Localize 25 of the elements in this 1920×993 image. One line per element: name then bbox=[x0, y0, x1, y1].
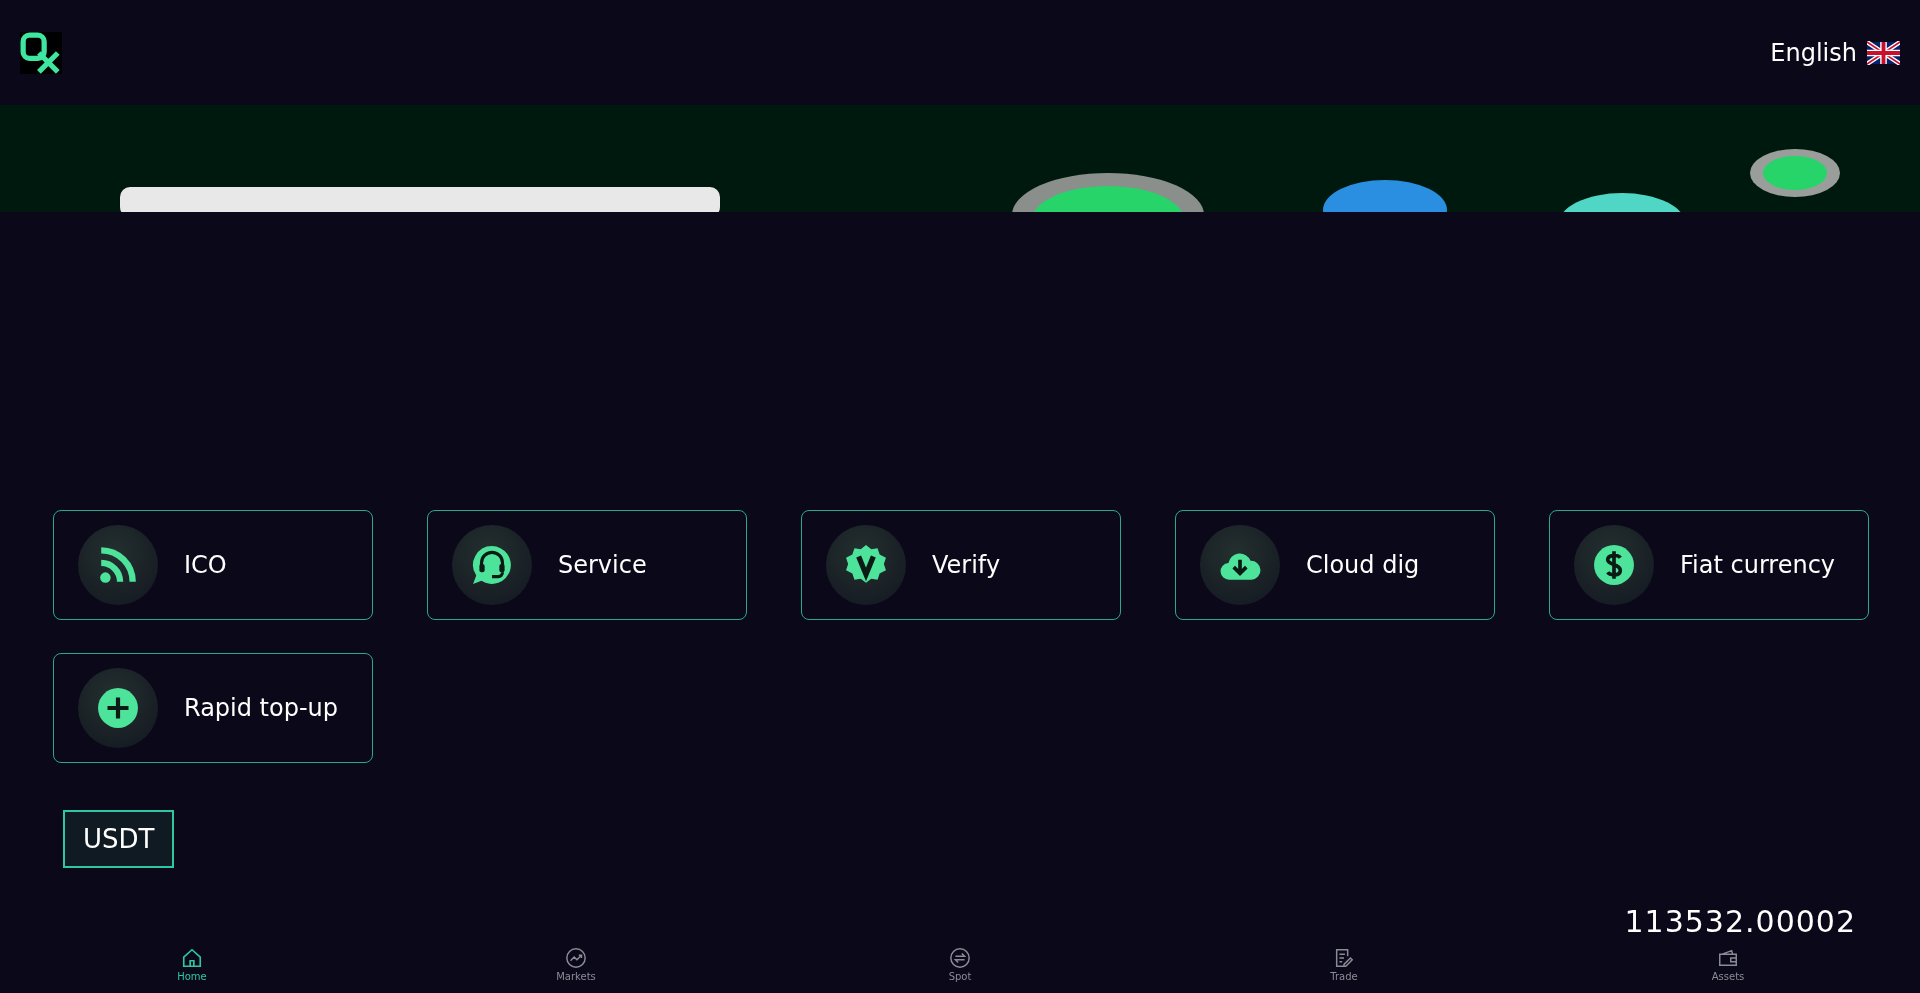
wallet-icon bbox=[1717, 947, 1739, 969]
market-tab[interactable]: USDT bbox=[63, 810, 175, 868]
nav-item[interactable]: Trade bbox=[1152, 945, 1536, 993]
shortcut-card[interactable]: Rapid top-up bbox=[53, 653, 373, 763]
document-pen-icon bbox=[1333, 947, 1355, 969]
shortcut-card[interactable]: Fiat currency bbox=[1549, 510, 1869, 620]
nav-item[interactable]: Markets bbox=[384, 945, 768, 993]
exchange-icon bbox=[949, 947, 971, 969]
headset-icon bbox=[471, 544, 513, 586]
nav-item[interactable]: Spot bbox=[768, 945, 1152, 993]
flag-icon[interactable] bbox=[1867, 40, 1900, 65]
plus-icon bbox=[97, 687, 139, 729]
nav-item[interactable]: Assets bbox=[1536, 945, 1920, 993]
price-text: 113532.00002 bbox=[1624, 904, 1856, 941]
dollar-icon bbox=[1593, 544, 1635, 586]
shortcut-card[interactable]: Verify bbox=[801, 510, 1121, 620]
shortcut-card[interactable]: Service bbox=[427, 510, 747, 620]
nav-item[interactable]: Home bbox=[0, 945, 384, 993]
shortcut-card[interactable]: ICO bbox=[53, 510, 373, 620]
logo-icon bbox=[20, 31, 62, 74]
shortcut-card[interactable]: Cloud dig bbox=[1175, 510, 1495, 620]
rss-icon bbox=[97, 544, 139, 586]
chart-icon bbox=[565, 947, 587, 969]
home-icon bbox=[181, 947, 203, 969]
language-label[interactable]: English bbox=[1770, 38, 1857, 67]
